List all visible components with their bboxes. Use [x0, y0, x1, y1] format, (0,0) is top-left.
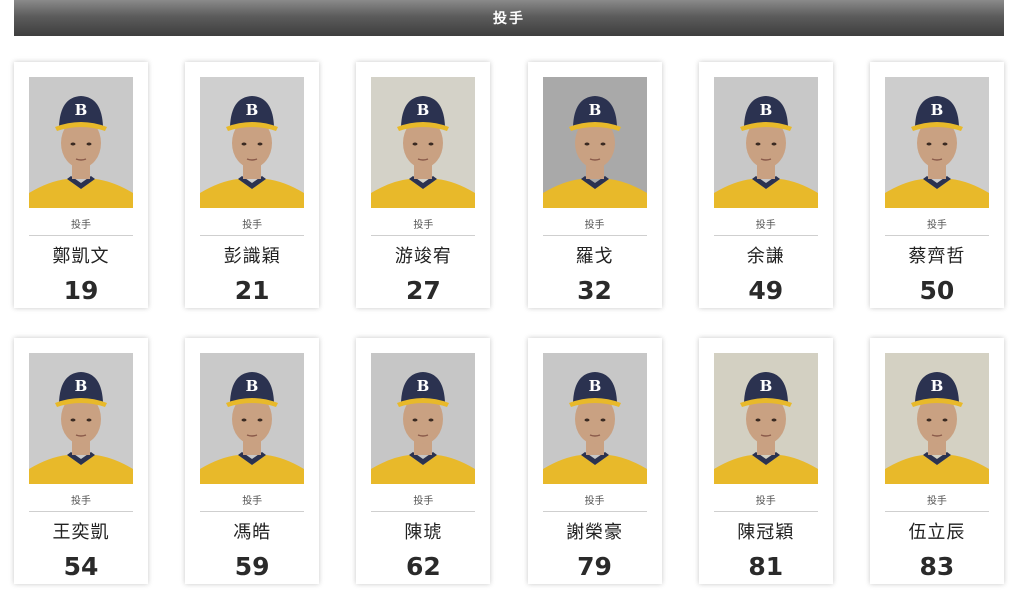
player-number: 21 [234, 276, 270, 305]
player-name: 王奕凱 [52, 522, 110, 542]
player-number: 54 [63, 552, 99, 581]
player-name: 彭識穎 [223, 246, 281, 266]
svg-text:B: B [417, 377, 430, 395]
player-position: 投手 [884, 492, 989, 512]
player-card[interactable]: B 投手蔡齊哲 50 [869, 62, 1004, 308]
player-photo: B [200, 353, 305, 484]
player-card[interactable]: B 投手鄭凱文 19 [14, 62, 148, 308]
player-photo: B [371, 77, 476, 208]
player-photo: B [29, 353, 133, 484]
svg-text:B: B [588, 377, 601, 395]
player-card[interactable]: B 投手馮皓 59 [185, 338, 320, 584]
player-number: 83 [919, 552, 955, 581]
player-number: 59 [234, 552, 270, 581]
svg-text:B: B [75, 101, 88, 119]
player-name: 馮皓 [233, 522, 272, 542]
player-grid: B 投手 鄭凱文 19 B 投手 彭識穎 21 B 投手 游竣宥 27 B 投手 羅戈 32 B 投手 余謙 49 B 投… [14, 62, 1004, 608]
player-name: 陳琥 [404, 522, 443, 542]
player-position: 投手 [29, 216, 133, 236]
player-number: 49 [748, 276, 784, 305]
player-photo: B [884, 353, 989, 484]
player-photo: B [713, 353, 818, 484]
player-name: 陳冠穎 [737, 522, 795, 542]
player-photo: B [542, 77, 647, 208]
player-number: 19 [63, 276, 99, 305]
player-card[interactable]: B 投手余謙 49 [698, 62, 833, 308]
svg-text:B: B [759, 101, 772, 119]
player-number: 32 [577, 276, 612, 305]
player-position: 投手 [371, 492, 476, 512]
player-name: 羅戈 [575, 246, 614, 266]
player-number: 27 [405, 276, 441, 305]
player-row: B 投手王奕凱 54 B 投手馮皓 59 B 投手陳琥 62 B 投手謝榮豪 79 B 投手陳冠穎 81 B 投… [14, 338, 1004, 584]
svg-text:B: B [931, 377, 944, 395]
player-card[interactable]: B 投手彭識穎 21 [185, 62, 320, 308]
svg-text:B: B [75, 377, 88, 395]
player-position: 投手 [884, 216, 989, 236]
player-name: 謝榮豪 [566, 522, 624, 542]
player-position: 投手 [29, 492, 133, 512]
player-position: 投手 [713, 216, 818, 236]
player-photo: B [29, 77, 133, 208]
player-card[interactable]: B 投手伍立辰 83 [869, 338, 1004, 584]
player-number: 81 [748, 552, 784, 581]
player-name: 伍立辰 [908, 522, 966, 542]
player-card[interactable]: B 投手陳冠穎 81 [698, 338, 833, 584]
section-header: 投手 [14, 0, 1004, 36]
player-photo: B [371, 353, 476, 484]
player-name: 蔡齊哲 [908, 246, 966, 266]
player-name: 鄭凱文 [52, 246, 110, 266]
player-card[interactable]: B 投手陳琥 62 [356, 338, 491, 584]
player-card[interactable]: B 投手羅戈 32 [527, 62, 662, 308]
player-number: 62 [405, 552, 441, 581]
player-name: 余謙 [746, 246, 785, 266]
player-position: 投手 [371, 216, 476, 236]
player-number: 79 [577, 552, 612, 581]
player-card[interactable]: B 投手游竣宥 27 [356, 62, 491, 308]
player-card[interactable]: B 投手謝榮豪 79 [527, 338, 662, 584]
svg-text:B: B [931, 101, 944, 119]
player-photo: B [200, 77, 305, 208]
player-number: 50 [919, 276, 955, 305]
svg-text:B: B [759, 377, 772, 395]
svg-text:B: B [246, 101, 259, 119]
player-position: 投手 [200, 492, 305, 512]
player-photo: B [884, 77, 989, 208]
player-photo: B [542, 353, 647, 484]
player-position: 投手 [713, 492, 818, 512]
section-title: 投手 [493, 10, 525, 26]
player-row: B 投手鄭凱文 19 B 投手彭識穎 21 B 投手游竣宥 27 B 投手羅戈 32 B 投手余謙 49 B 投… [14, 62, 1004, 308]
svg-text:B: B [588, 101, 601, 119]
player-position: 投手 [200, 216, 305, 236]
svg-text:B: B [417, 101, 430, 119]
svg-text:B: B [246, 377, 259, 395]
player-position: 投手 [542, 216, 647, 236]
player-name: 游竣宥 [394, 246, 452, 266]
player-card[interactable]: B 投手王奕凱 54 [14, 338, 148, 584]
player-position: 投手 [542, 492, 647, 512]
player-photo: B [713, 77, 818, 208]
